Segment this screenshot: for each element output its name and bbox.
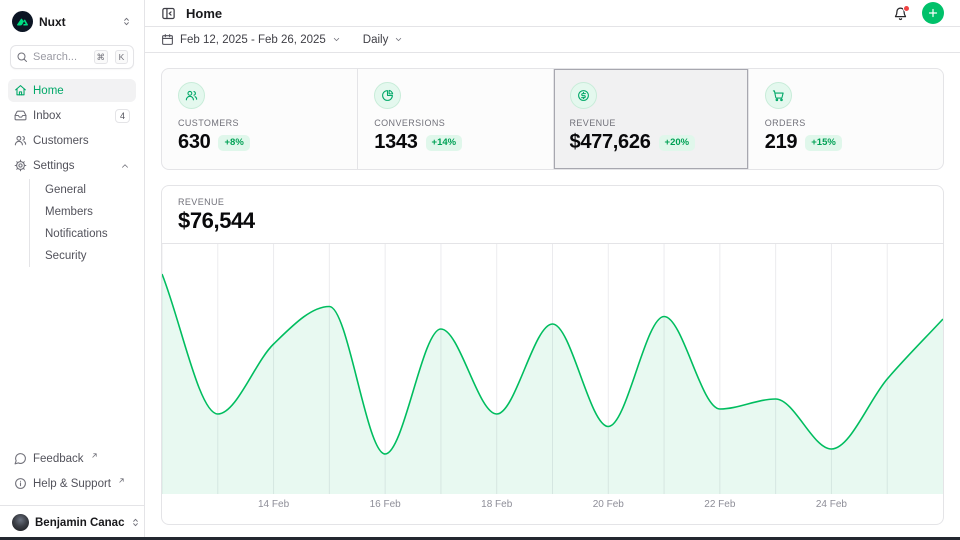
footer-link-label: Help & Support <box>33 478 111 490</box>
filters-toolbar: Feb 12, 2025 - Feb 26, 2025 Daily <box>145 27 960 53</box>
sidebar-item-label: Inbox <box>33 110 61 122</box>
calendar-icon <box>161 33 174 46</box>
sidebar-footer: Feedback Help & Support <box>0 447 144 501</box>
main-area: Home Feb 12, 2025 - Feb 26, 2025 Daily <box>145 0 960 540</box>
chart-kpi-label: Revenue <box>178 197 927 207</box>
cart-icon <box>765 82 792 109</box>
chevron-up-down-icon <box>130 517 141 528</box>
x-tick-label: 22 Feb <box>704 499 735 510</box>
inbox-count-badge: 4 <box>115 109 130 123</box>
feedback-link[interactable]: Feedback <box>8 447 136 470</box>
chevron-down-icon <box>394 35 403 44</box>
sidebar-item-general[interactable]: General <box>41 179 136 201</box>
stat-card-orders[interactable]: Orders 219 +15% <box>748 69 943 169</box>
sub-item-label: Notifications <box>45 228 108 240</box>
stat-value: 1343 <box>374 131 417 154</box>
chart-svg <box>162 244 943 494</box>
sidebar-item-label: Home <box>33 85 64 97</box>
sidebar-item-settings[interactable]: Settings <box>8 154 136 177</box>
chat-bubble-icon <box>14 452 27 465</box>
sub-item-label: General <box>45 184 86 196</box>
home-icon <box>14 84 27 97</box>
sub-item-label: Security <box>45 250 87 262</box>
sidebar-item-home[interactable]: Home <box>8 79 136 102</box>
date-range-value: Feb 12, 2025 - Feb 26, 2025 <box>180 34 326 46</box>
sidebar-item-label: Settings <box>33 160 75 172</box>
sidebar-item-label: Customers <box>33 135 89 147</box>
workspace-switcher[interactable]: Nuxt <box>0 0 144 41</box>
info-circle-icon <box>14 477 27 490</box>
kbd-k: K <box>115 50 128 64</box>
header-actions <box>893 2 944 24</box>
stat-label: Revenue <box>570 118 732 128</box>
settings-submenu: General Members Notifications Security <box>29 179 136 267</box>
help-support-link[interactable]: Help & Support <box>8 472 136 495</box>
workspace-name: Nuxt <box>39 15 66 29</box>
stat-label: Conversions <box>374 118 536 128</box>
plus-icon <box>927 7 939 19</box>
footer-link-label: Feedback <box>33 453 84 465</box>
revenue-chart-card: Revenue $76,544 14 Feb 16 Feb 18 Feb 20 Feb… <box>161 185 944 525</box>
x-tick-label: 18 Feb <box>481 499 512 510</box>
sidebar-item-notifications[interactable]: Notifications <box>41 223 136 245</box>
chart-header: Revenue $76,544 <box>162 186 943 244</box>
sidebar: Nuxt Search... ⌘ K Home Inbox 4 <box>0 0 145 540</box>
stat-label: Customers <box>178 118 341 128</box>
stat-card-conversions[interactable]: Conversions 1343 +14% <box>357 69 552 169</box>
x-tick-label: 16 Feb <box>370 499 401 510</box>
page-title: Home <box>186 6 222 21</box>
stat-value: 630 <box>178 131 210 154</box>
chart-x-axis: 14 Feb 16 Feb 18 Feb 20 Feb 22 Feb 24 Feb <box>162 494 943 516</box>
sidebar-item-security[interactable]: Security <box>41 245 136 267</box>
stat-card-revenue[interactable]: Revenue $477,626 +20% <box>553 69 748 169</box>
x-tick-label: 24 Feb <box>816 499 847 510</box>
user-name: Benjamin Canac <box>35 517 124 529</box>
avatar <box>12 514 29 531</box>
stat-label: Orders <box>765 118 927 128</box>
sub-item-label: Members <box>45 206 93 218</box>
chevron-down-icon <box>332 35 341 44</box>
date-range-picker[interactable]: Feb 12, 2025 - Feb 26, 2025 <box>161 33 341 46</box>
dashboard-content: Customers 630 +8% Conversions 1343 +14% <box>145 53 960 540</box>
kbd-cmd: ⌘ <box>94 50 109 64</box>
sidebar-item-customers[interactable]: Customers <box>8 129 136 152</box>
stat-delta-badge: +20% <box>659 135 696 151</box>
chevron-up-icon <box>120 161 130 171</box>
stat-card-customers[interactable]: Customers 630 +8% <box>162 69 357 169</box>
stat-value: $477,626 <box>570 131 651 154</box>
chevron-up-down-icon[interactable] <box>121 16 132 27</box>
chart-pie-icon <box>374 82 401 109</box>
sidebar-collapse-icon[interactable] <box>161 6 176 21</box>
circle-dollar-icon <box>570 82 597 109</box>
notification-dot <box>903 5 910 12</box>
page-header: Home <box>145 0 960 27</box>
sidebar-item-inbox[interactable]: Inbox 4 <box>8 104 136 127</box>
gear-icon <box>14 159 27 172</box>
notifications-button[interactable] <box>893 6 908 21</box>
inbox-icon <box>14 109 27 122</box>
x-tick-label: 14 Feb <box>258 499 289 510</box>
search-placeholder: Search... <box>33 51 89 63</box>
external-link-icon <box>118 477 125 484</box>
period-select[interactable]: Daily <box>363 34 404 46</box>
x-tick-label: 20 Feb <box>593 499 624 510</box>
users-icon <box>178 82 205 109</box>
stat-delta-badge: +14% <box>426 135 463 151</box>
revenue-area-chart[interactable] <box>162 244 943 494</box>
nuxt-logo-icon <box>12 11 33 32</box>
search-icon <box>16 51 28 63</box>
external-link-icon <box>91 452 98 459</box>
stat-delta-badge: +15% <box>805 135 842 151</box>
user-menu[interactable]: Benjamin Canac <box>0 506 144 540</box>
stat-value: 219 <box>765 131 797 154</box>
sidebar-nav: Home Inbox 4 Customers Settings Ge <box>0 79 144 269</box>
period-value: Daily <box>363 34 389 46</box>
users-icon <box>14 134 27 147</box>
stat-delta-badge: +8% <box>218 135 249 151</box>
search-input[interactable]: Search... ⌘ K <box>10 45 134 69</box>
stats-row: Customers 630 +8% Conversions 1343 +14% <box>161 68 944 170</box>
sidebar-item-members[interactable]: Members <box>41 201 136 223</box>
add-button[interactable] <box>922 2 944 24</box>
chart-kpi-value: $76,544 <box>178 208 927 234</box>
